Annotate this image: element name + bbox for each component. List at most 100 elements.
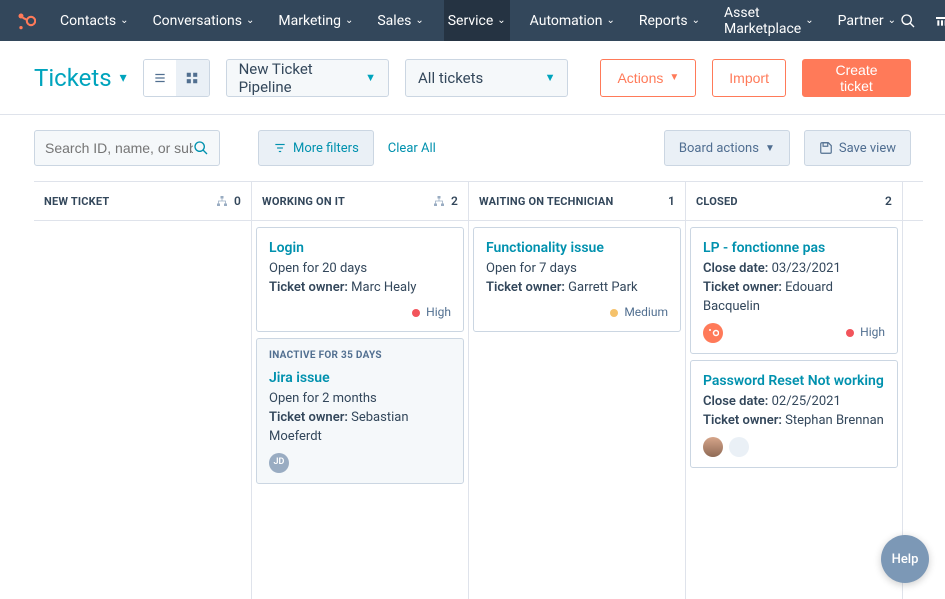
chevron-down-icon: ⌄ [120,15,128,26]
nav-item-partner[interactable]: Partner ⌄ [834,0,900,41]
save-icon [819,141,833,155]
column-body: Functionality issueOpen for 7 daysTicket… [469,221,685,599]
nav-item-reports[interactable]: Reports⌄ [635,0,704,41]
nav-item-contacts[interactable]: Contacts⌄ [56,0,133,41]
board-actions-button[interactable]: Board actions ▼ [664,130,790,166]
nav-item-sales[interactable]: Sales ⌄ [373,0,427,41]
ticket-meta: Open for 7 days [486,260,668,279]
top-nav: Contacts⌄Conversations⌄Marketing⌄Sales⌄S… [0,0,945,41]
ticket-card[interactable]: Functionality issueOpen for 7 daysTicket… [473,227,681,332]
sub-header: Tickets ▾ New Ticket Pipeline ▼ All tick… [0,41,945,115]
search-input-wrap[interactable] [34,130,220,166]
ticket-footer: High [269,304,451,321]
page-title[interactable]: Tickets ▾ [34,64,127,92]
more-filters-label: More filters [293,141,359,156]
avatar: JD [269,453,289,473]
priority-dot [846,329,854,337]
priority-dot [610,309,618,317]
help-button[interactable]: Help [881,535,929,583]
more-filters-button[interactable]: More filters [258,130,374,166]
create-ticket-label: Create ticket [819,62,894,94]
kanban-board: NEW TICKET 0 WORKING ON IT 2 Login Open for 2… [0,181,945,599]
actions-button-label: Actions [617,70,663,86]
ticket-footer [703,437,885,457]
board-column: WORKING ON IT 2 Login Open for 20 daysTicke… [251,181,468,599]
column-body: LP - fonctionne pasClose date: 03/23/202… [686,221,902,599]
chevron-down-icon: ⌄ [415,15,423,26]
board-view-button[interactable] [176,60,208,96]
column-count: 0 [216,194,241,208]
avatar [703,437,723,457]
nav-label: Marketing [278,13,341,29]
ticket-meta: Open for 20 days [269,260,451,279]
nav-label: Service [448,13,494,29]
nav-label: Partner [838,13,884,29]
priority-badge: High [846,324,885,341]
chevron-down-icon: ⌄ [246,15,254,26]
chevron-down-icon: ⌄ [888,15,896,26]
chevron-down-icon: ⌄ [497,15,505,26]
nav-item-service[interactable]: Service⌄ [444,0,510,41]
ticket-footer: Medium [486,304,668,321]
save-view-label: Save view [839,141,896,156]
column-header: WORKING ON IT 2 [252,181,468,221]
avatar [729,437,749,457]
chevron-down-icon: ▼ [765,143,775,154]
save-view-button[interactable]: Save view [804,130,911,166]
search-icon[interactable] [900,13,916,29]
nav-label: Sales [377,13,411,29]
column-title: WORKING ON IT [262,195,345,208]
filter-icon [273,141,287,155]
chevron-down-icon: ▾ [120,70,127,86]
search-input[interactable] [45,140,193,156]
ticket-card[interactable]: Login Open for 20 daysTicket owner: Marc … [256,227,464,332]
marketplace-icon[interactable] [934,13,945,29]
page-title-text: Tickets [34,64,112,92]
ticket-owner: Ticket owner: Marc Healy [269,279,451,298]
import-button[interactable]: Import [712,59,786,97]
actions-button[interactable]: Actions▼ [600,59,696,97]
ticket-meta: Open for 2 months [269,390,451,409]
automation-icon [216,195,228,207]
list-view-button[interactable] [144,60,176,96]
nav-item-marketing[interactable]: Marketing ⌄ [274,0,357,41]
ticket-filter-label: All tickets [418,69,483,87]
create-ticket-button[interactable]: Create ticket [802,59,911,97]
ticket-title: Password Reset Not working [703,371,885,391]
ticket-card[interactable]: LP - fonctionne pasClose date: 03/23/202… [690,227,898,354]
nav-item-asset-marketplace[interactable]: Asset Marketplace⌄ [720,0,818,41]
clear-all-link[interactable]: Clear All [388,141,436,156]
ticket-title: Functionality issue [486,238,668,258]
ticket-filter-select[interactable]: All tickets ▼ [405,59,568,97]
column-title: NEW TICKET [44,195,109,208]
board-column: CLOSED 2 LP - fonctionne pasClose date: 03… [685,181,902,599]
column-title: CLOSED [696,195,738,208]
column-header: CLOSED 2 [686,181,902,221]
board-actions-label: Board actions [679,141,759,156]
column-title: WAITING ON TECHNICIAN [479,195,613,208]
priority-badge: Medium [610,304,668,321]
nav-item-conversations[interactable]: Conversations⌄ [149,0,259,41]
pipeline-select[interactable]: New Ticket Pipeline ▼ [226,59,389,97]
column-header: NEW TICKET 0 [34,181,251,221]
column-count: 2 [885,194,892,208]
board-column: WAITING ON TECHNICIAN1Functionality issu… [468,181,685,599]
hubspot-logo [16,11,36,31]
column-body [34,221,251,599]
chevron-down-icon: ⌄ [345,15,353,26]
ticket-owner: Ticket owner: Edouard Bacquelin [703,279,885,317]
ticket-card[interactable]: Password Reset Not workingClose date: 02… [690,360,898,468]
column-header [903,181,923,221]
priority-dot [412,309,420,317]
chevron-down-icon: ⌄ [805,15,813,26]
column-body: Login Open for 20 daysTicket owner: Marc … [252,221,468,599]
ticket-title: Login [269,238,451,258]
nav-items: Contacts⌄Conversations⌄Marketing⌄Sales⌄S… [56,0,900,41]
ticket-owner: Ticket owner: Stephan Brennan [703,412,885,431]
import-button-label: Import [729,70,769,86]
column-count: 2 [433,194,458,208]
nav-item-automation[interactable]: Automation⌄ [526,0,619,41]
avatar [703,323,723,343]
nav-label: Reports [639,13,688,29]
ticket-card[interactable]: INACTIVE FOR 35 DAYSJira issueOpen for 2… [256,338,464,483]
